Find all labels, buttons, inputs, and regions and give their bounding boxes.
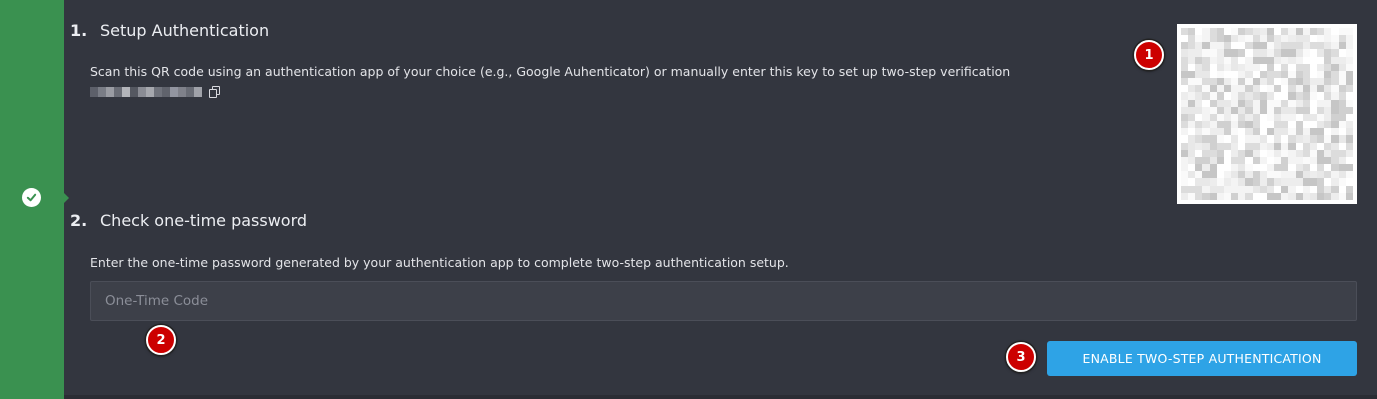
step-1-number: 1. bbox=[70, 21, 88, 40]
step-2-description: Enter the one-time password generated by… bbox=[90, 255, 789, 270]
secret-key bbox=[90, 86, 220, 98]
annotation-marker-1: 1 bbox=[1134, 40, 1164, 70]
annotation-marker-2: 2 bbox=[146, 325, 176, 355]
qr-code bbox=[1177, 24, 1357, 204]
copy-icon[interactable] bbox=[208, 86, 220, 98]
qr-code-pattern bbox=[1181, 28, 1353, 200]
sidebar-pointer bbox=[64, 193, 69, 203]
one-time-code-input[interactable] bbox=[90, 281, 1357, 321]
step-1-title-text: Setup Authentication bbox=[100, 21, 270, 40]
step-2-title-text: Check one-time password bbox=[100, 211, 308, 230]
check-circle-icon bbox=[22, 188, 41, 207]
enable-two-step-authentication-button[interactable]: ENABLE TWO-STEP AUTHENTICATION bbox=[1047, 341, 1357, 376]
secret-key-redacted bbox=[90, 87, 202, 97]
divider bbox=[64, 395, 1377, 399]
step-2-number: 2. bbox=[70, 211, 88, 230]
step-1-description: Scan this QR code using an authenticatio… bbox=[90, 64, 1011, 79]
step-2-title: 2. Check one-time password bbox=[70, 211, 307, 230]
annotation-marker-3: 3 bbox=[1006, 342, 1036, 372]
step-1-title: 1. Setup Authentication bbox=[70, 21, 269, 40]
